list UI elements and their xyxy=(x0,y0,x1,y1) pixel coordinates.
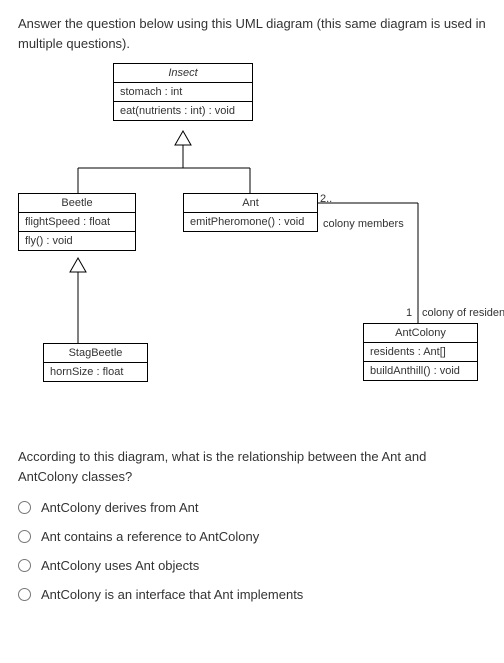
uml-class-name: Insect xyxy=(114,64,252,83)
option-label: AntColony is an interface that Ant imple… xyxy=(41,587,303,602)
assoc-role-colony: colony of residence xyxy=(422,307,504,319)
option-c[interactable]: AntColony uses Ant objects xyxy=(18,558,486,573)
radio-icon xyxy=(18,588,31,601)
uml-attribute: flightSpeed : float xyxy=(19,213,135,232)
option-b[interactable]: Ant contains a reference to AntColony xyxy=(18,529,486,544)
uml-class-name: Beetle xyxy=(19,194,135,213)
option-a[interactable]: AntColony derives from Ant xyxy=(18,500,486,515)
uml-class-ant: Ant emitPheromone() : void xyxy=(183,193,318,232)
uml-class-name: AntColony xyxy=(364,324,477,343)
uml-class-antcolony: AntColony residents : Ant[] buildAnthill… xyxy=(363,323,478,381)
assoc-role-ant: colony members xyxy=(323,218,404,230)
uml-class-stagbeetle: StagBeetle hornSize : float xyxy=(43,343,148,382)
uml-attribute: stomach : int xyxy=(114,83,252,102)
uml-operation: fly() : void xyxy=(19,232,135,250)
option-label: AntColony derives from Ant xyxy=(41,500,199,515)
option-label: AntColony uses Ant objects xyxy=(41,558,199,573)
radio-icon xyxy=(18,559,31,572)
uml-class-name: StagBeetle xyxy=(44,344,147,363)
question-intro: Answer the question below using this UML… xyxy=(18,14,486,53)
followup-question: According to this diagram, what is the r… xyxy=(18,447,486,486)
uml-operation: buildAnthill() : void xyxy=(364,362,477,380)
option-label: Ant contains a reference to AntColony xyxy=(41,529,259,544)
radio-icon xyxy=(18,501,31,514)
uml-class-name: Ant xyxy=(184,194,317,213)
uml-diagram: Insect stomach : int eat(nutrients : int… xyxy=(18,63,486,433)
uml-operation: eat(nutrients : int) : void xyxy=(114,102,252,120)
option-d[interactable]: AntColony is an interface that Ant imple… xyxy=(18,587,486,602)
radio-icon xyxy=(18,530,31,543)
answer-options: AntColony derives from Ant Ant contains … xyxy=(18,500,486,602)
uml-operation: emitPheromone() : void xyxy=(184,213,317,231)
assoc-mult-ant: 2.. xyxy=(320,193,332,205)
uml-attribute: residents : Ant[] xyxy=(364,343,477,362)
assoc-mult-colony: 1 xyxy=(406,307,412,319)
uml-attribute: hornSize : float xyxy=(44,363,147,381)
uml-class-insect: Insect stomach : int eat(nutrients : int… xyxy=(113,63,253,121)
uml-class-beetle: Beetle flightSpeed : float fly() : void xyxy=(18,193,136,251)
